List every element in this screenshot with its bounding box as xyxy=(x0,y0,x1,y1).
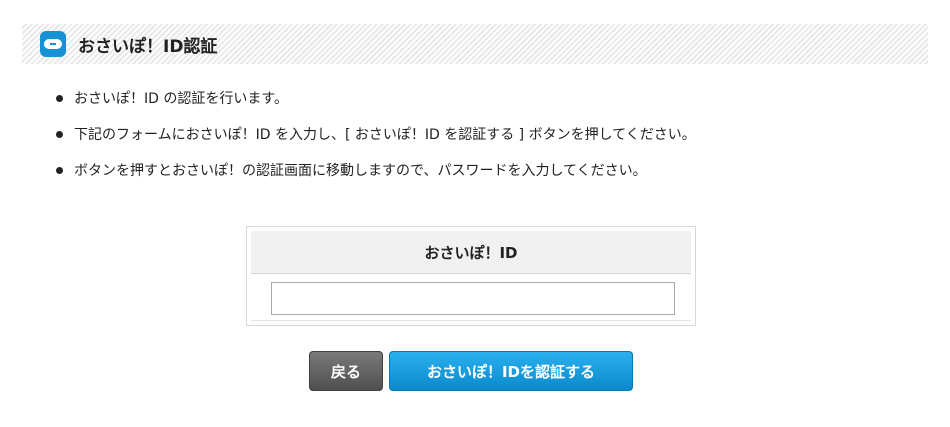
id-form: おさいぽ！ID xyxy=(246,226,696,326)
instruction-text: ボタンを押すとおさいぽ！の認証画面に移動しますので、パスワードを入力してください… xyxy=(74,163,647,179)
speech-bubble-icon xyxy=(40,31,66,57)
back-button[interactable]: 戻る xyxy=(309,351,383,391)
instruction-item: ボタンを押すとおさいぽ！の認証画面に移動しますので、パスワードを入力してください… xyxy=(56,164,696,178)
osaipo-id-input[interactable] xyxy=(271,282,675,315)
id-field-container xyxy=(251,274,691,321)
instruction-item: 下記のフォームにおさいぽ！ID を入力し、[ おさいぽ！ID を認証する ] ボ… xyxy=(56,128,696,142)
instruction-item: おさいぽ！ID の認証を行います。 xyxy=(56,92,696,106)
id-field-label: おさいぽ！ID xyxy=(251,231,691,274)
instruction-text: おさいぽ！ID の認証を行います。 xyxy=(74,91,288,107)
page-header: おさいぽ！ID認証 xyxy=(22,24,928,64)
authenticate-id-button[interactable]: おさいぽ！IDを認証する xyxy=(389,351,633,391)
instruction-list: おさいぽ！ID の認証を行います。 下記のフォームにおさいぽ！ID を入力し、[… xyxy=(56,92,696,200)
bullet-icon xyxy=(56,95,63,102)
instruction-text: 下記のフォームにおさいぽ！ID を入力し、[ おさいぽ！ID を認証する ] ボ… xyxy=(74,127,696,143)
bullet-icon xyxy=(56,131,63,138)
page-title: おさいぽ！ID認証 xyxy=(78,36,218,57)
bullet-icon xyxy=(56,167,63,174)
